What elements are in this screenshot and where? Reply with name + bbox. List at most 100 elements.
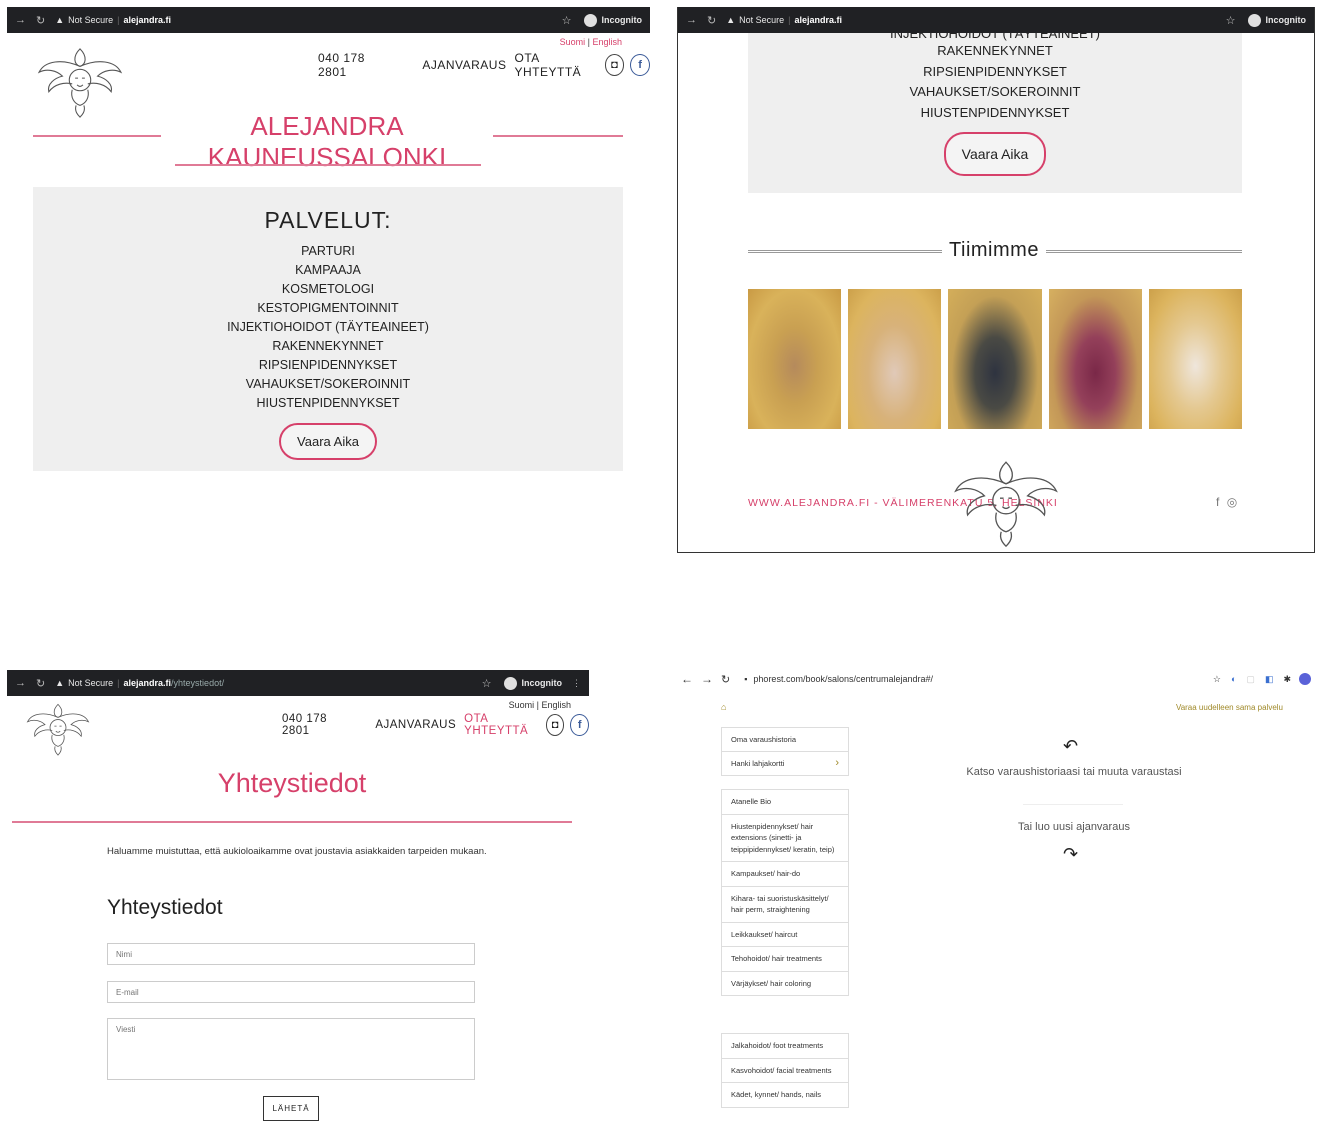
phone-number[interactable]: 040 178 2801 xyxy=(282,713,345,737)
category-item[interactable]: Kihara- tai suoristuskäsittelyt/ hair pe… xyxy=(722,887,848,923)
profile-avatar[interactable] xyxy=(1299,673,1311,685)
nav-booking[interactable]: AJANVARAUS xyxy=(375,719,456,731)
url-host[interactable]: alejandra.fi xyxy=(795,15,843,25)
reload-icon[interactable]: ↻ xyxy=(36,14,45,27)
rebook-link[interactable]: Varaa uudelleen sama palvelu xyxy=(1176,703,1283,712)
lang-suomi[interactable]: Suomi xyxy=(560,37,586,47)
security-label: Not Secure xyxy=(68,678,114,688)
team-photo[interactable] xyxy=(748,289,842,429)
team-heading: Tiimimme xyxy=(949,239,1039,261)
team-photo[interactable] xyxy=(1148,289,1243,429)
category-item[interactable]: Jalkahoidot/ foot treatments xyxy=(722,1034,848,1059)
header-nav: 040 178 2801 AJANVARAUS OTA YHTEYTTÄ ◘ f xyxy=(318,51,650,79)
facebook-icon[interactable]: f xyxy=(630,54,650,76)
title-divider-left xyxy=(33,135,161,137)
service-item: HIUSTENPIDENNYKSET xyxy=(256,396,400,410)
incognito-icon xyxy=(1247,13,1261,27)
category-item[interactable]: Hiustenpidennykset/ hair extensions (sin… xyxy=(722,815,848,862)
extensions-puzzle-icon[interactable]: ✱ xyxy=(1283,674,1291,685)
team-photo[interactable] xyxy=(848,289,942,429)
facebook-icon[interactable]: f xyxy=(570,714,589,736)
menu-item-history[interactable]: Oma varaushistoria xyxy=(722,728,848,752)
title-underline xyxy=(12,821,572,823)
history-text[interactable]: Katso varaushistoriaasi tai muuta varaus… xyxy=(937,766,1211,778)
star-icon[interactable]: ☆ xyxy=(482,677,492,690)
book-button[interactable]: Vaara Aika xyxy=(943,132,1047,176)
category-item[interactable]: Värjäykset/ hair coloring xyxy=(722,972,848,996)
nav-contact[interactable]: OTA YHTEYTTÄ xyxy=(464,713,540,737)
service-item: KESTOPIGMENTOINNIT xyxy=(257,301,399,315)
menu-item-giftcard[interactable]: Hanki lahjakortti › xyxy=(722,752,848,775)
service-item: HIUSTENPIDENNYKSET xyxy=(920,104,1070,120)
site-logo[interactable] xyxy=(32,43,128,121)
warning-icon: ▲ xyxy=(726,15,736,25)
url-bar[interactable]: phorest.com/book/salons/centrumalejandra… xyxy=(753,674,933,684)
home-icon[interactable]: ⌂ xyxy=(721,702,726,712)
reload-icon[interactable]: ↻ xyxy=(36,677,45,690)
reply-arrow-icon[interactable]: ↶ xyxy=(1063,736,1078,757)
forward-arrow-icon[interactable]: → xyxy=(686,14,697,26)
facebook-icon[interactable]: f xyxy=(1216,495,1219,509)
category-menu-1: Atanelle Bio Hiustenpidennykset/ hair ex… xyxy=(721,789,849,996)
lang-english[interactable]: English xyxy=(592,37,622,47)
instagram-icon[interactable]: ◘ xyxy=(545,714,565,736)
chevron-right-icon: › xyxy=(835,757,839,769)
url-host[interactable]: alejandra.fi xyxy=(124,678,172,688)
lang-suomi[interactable]: Suomi xyxy=(509,700,535,710)
incognito-label: Incognito xyxy=(521,678,563,688)
security-label: Not Secure xyxy=(68,15,114,25)
browser-toolbar: → ↻ ▲ Not Secure | alejandra.fi /yhteyst… xyxy=(7,670,589,696)
incognito-label: Incognito xyxy=(601,15,643,25)
email-input[interactable] xyxy=(107,981,475,1003)
reload-icon[interactable]: ↻ xyxy=(721,673,730,686)
reload-icon[interactable]: ↻ xyxy=(707,14,716,27)
category-item[interactable]: Kasvohoidot/ facial treatments xyxy=(722,1059,848,1083)
services-heading: PALVELUT: xyxy=(264,207,392,233)
book-button[interactable]: Vaara Aika xyxy=(279,423,377,460)
category-item[interactable]: Leikkaukset/ haircut xyxy=(722,923,848,947)
team-photo[interactable] xyxy=(1048,289,1142,429)
service-item-cut: INJEKTIOHOIDOT (TÄYTEAINEET) xyxy=(890,33,1100,41)
nav-contact[interactable]: OTA YHTEYTTÄ xyxy=(514,51,598,79)
phone-number[interactable]: 040 178 2801 xyxy=(318,51,388,79)
service-item: RIPSIENPIDENNYKSET xyxy=(923,63,1067,79)
forward-arrow-icon[interactable]: → xyxy=(15,677,26,689)
url-path[interactable]: /yhteystiedot/ xyxy=(171,678,224,688)
menu-dots-icon[interactable]: ⋮ xyxy=(572,678,581,689)
footer-logo[interactable] xyxy=(940,455,1072,551)
category-item[interactable]: Kädet, kynnet/ hands, nails xyxy=(722,1083,848,1107)
forward-arrow-icon[interactable]: → xyxy=(15,14,26,26)
title-divider-right xyxy=(493,135,623,137)
forward-arrow-icon[interactable]: → xyxy=(701,672,713,686)
back-arrow-icon[interactable]: ← xyxy=(681,672,693,686)
extension-icon[interactable]: ◧ xyxy=(1265,674,1274,685)
services-list: PARTURI KAMPAAJA KOSMETOLOGI KESTOPIGMEN… xyxy=(33,242,623,413)
service-item: KAMPAAJA xyxy=(295,263,361,277)
new-booking-text[interactable]: Tai luo uusi ajanvaraus xyxy=(937,821,1211,833)
star-icon[interactable]: ☆ xyxy=(562,14,572,27)
category-item[interactable]: Atanelle Bio xyxy=(722,790,848,815)
category-item[interactable]: Kampaukset/ hair-do xyxy=(722,862,848,887)
form-heading: Yhteystiedot xyxy=(107,896,223,919)
star-icon[interactable]: ☆ xyxy=(1226,14,1236,27)
category-item[interactable]: Tehohoidot/ hair treatments xyxy=(722,947,848,972)
instagram-icon[interactable]: ◎ xyxy=(1227,495,1237,509)
star-icon[interactable]: ☆ xyxy=(1213,674,1221,685)
incognito-label: Incognito xyxy=(1265,15,1307,25)
message-textarea[interactable] xyxy=(107,1018,475,1080)
service-item: RIPSIENPIDENNYKSET xyxy=(258,358,398,372)
url-host[interactable]: alejandra.fi xyxy=(124,15,172,25)
extension-icon[interactable]: ▢ xyxy=(1246,674,1255,685)
team-photos xyxy=(748,289,1243,429)
extension-icon[interactable]: ◐ xyxy=(1231,674,1236,684)
browser-toolbar: → ↻ ▲ Not Secure | alejandra.fi ☆ Incogn… xyxy=(7,7,650,33)
instagram-icon[interactable]: ◘ xyxy=(604,54,625,76)
submit-button[interactable]: LÄHETÄ xyxy=(263,1096,319,1121)
team-photo[interactable] xyxy=(948,289,1042,429)
redo-arrow-icon[interactable]: ↷ xyxy=(1063,844,1078,865)
nav-booking[interactable]: AJANVARAUS xyxy=(422,58,506,72)
name-input[interactable] xyxy=(107,943,475,965)
lang-english[interactable]: English xyxy=(541,700,571,710)
hours-notice: Haluamme muistuttaa, että aukioloaikamme… xyxy=(107,846,487,857)
site-logo[interactable] xyxy=(11,700,105,758)
